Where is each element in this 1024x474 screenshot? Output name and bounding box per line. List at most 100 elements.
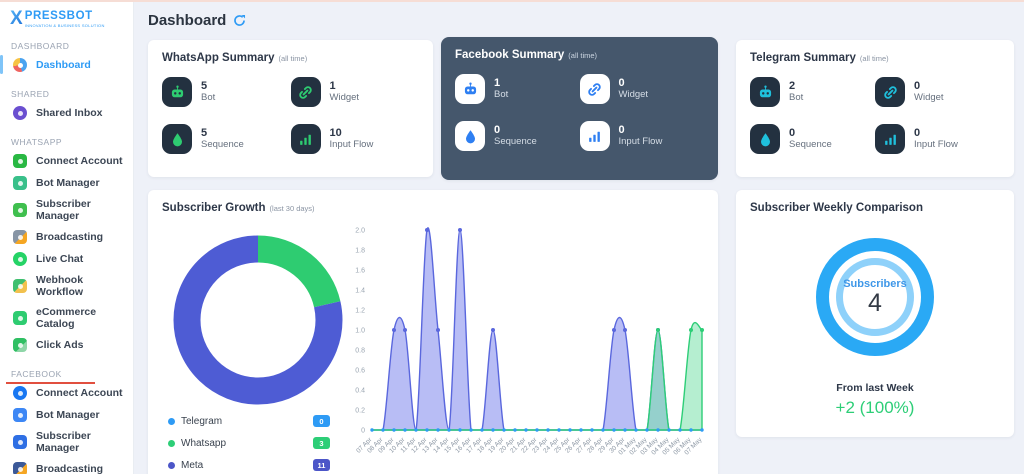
sidebar-item-wa-live-chat[interactable]: Live Chat [0,248,133,270]
stat-sequence: 5Sequence [162,124,291,154]
svg-text:2.0: 2.0 [355,228,365,235]
stat-bot: 5Bot [162,77,291,107]
stat-widget: 0Widget [875,77,1000,107]
count-badge: 3 [313,437,330,449]
link-icon [291,77,321,107]
sidebar-item-wa-click-ads[interactable]: Click Ads [0,334,133,356]
card-title: Subscriber Growth [162,202,266,214]
svg-text:0.4: 0.4 [355,388,365,395]
meta-dot-icon [168,462,175,469]
card-subtitle: (last 30 days) [270,204,315,213]
sidebar-item-label: Live Chat [36,253,83,265]
sidebar-item-fb-subscriber-manager[interactable]: Subscriber Manager [0,426,133,458]
card-title: Facebook Summary [455,49,564,61]
legend-item-telegram: Telegram 0 [168,410,330,432]
legend-label: Telegram [181,416,222,427]
page-header: Dashboard [148,12,246,29]
ads-megaphone-icon [13,338,27,352]
sidebar-item-label: Dashboard [36,59,91,71]
sidebar-section-whatsapp: WHATSAPP [0,137,133,147]
webhook-icon [13,279,27,293]
stat-label: Input Flow [330,139,374,151]
legend-label: Meta [181,460,203,471]
sidebar-item-label: Subscriber Manager [36,198,127,222]
sidebar-item-wa-connect-account[interactable]: Connect Account [0,150,133,172]
stat-label: Sequence [494,136,537,148]
subscriber-growth-donut-chart [172,234,344,406]
sidebar-item-wa-subscriber-manager[interactable]: Subscriber Manager [0,194,133,226]
stat-value: 0 [619,77,649,89]
subscriber-weekly-comparison-card: Subscriber Weekly Comparison Subscribers… [736,190,1014,437]
chart-bars-icon [875,124,905,154]
sidebar-item-wa-ecommerce-catalog[interactable]: eCommerce Catalog [0,302,133,334]
whatsapp-summary-card[interactable]: WhatsApp Summary (all time) 5Bot 1Widget… [148,40,433,177]
svg-text:0.8: 0.8 [355,348,365,355]
telegram-summary-card[interactable]: Telegram Summary (all time) 2Bot 0Widget… [736,40,1014,177]
svg-text:1.4: 1.4 [355,288,365,295]
stat-value: 1 [330,80,360,92]
legend-item-meta: Meta 11 [168,454,330,474]
annotation-red-underline [6,382,95,384]
stat-input-flow: 0Input Flow [580,121,705,151]
chart-legend: Telegram 0 Whatsapp 3 Meta 11 [168,410,330,474]
sidebar-item-dashboard[interactable]: Dashboard [0,54,133,76]
stat-label: Widget [330,92,360,104]
megaphone-icon [13,462,27,474]
card-title: Subscriber Weekly Comparison [750,202,923,214]
stat-label: Bot [494,89,508,101]
facebook-summary-card[interactable]: Facebook Summary (all time) 1Bot 0Widget… [441,37,718,180]
sidebar-item-fb-connect-account[interactable]: Connect Account [0,382,133,404]
sidebar-section-shared: SHARED [0,89,133,99]
refresh-icon[interactable] [233,14,246,27]
facebook-icon [13,386,27,400]
sidebar-item-shared-inbox[interactable]: Shared Inbox [0,102,133,124]
weekly-gauge-ring: Subscribers 4 [816,238,934,356]
address-book-icon [13,435,27,449]
card-subtitle: (all time) [860,54,889,63]
card-title: WhatsApp Summary [162,52,274,64]
sidebar-item-wa-broadcasting[interactable]: Broadcasting [0,226,133,248]
sidebar-item-fb-broadcasting[interactable]: Broadcasting [0,458,133,474]
svg-text:1.6: 1.6 [355,268,365,275]
card-title: Telegram Summary [750,52,856,64]
drop-icon [455,121,485,151]
bot-icon [162,77,192,107]
svg-text:1.8: 1.8 [355,248,365,255]
sidebar-item-fb-bot-manager[interactable]: Bot Manager [0,404,133,426]
active-indicator [0,55,3,74]
weekly-delta-value: +2 (100%) [736,398,1014,418]
sidebar-item-label: Broadcasting [36,463,103,474]
pressbot-dashboard-page: X PRESSBOT INNOVATION & BUSINESS SOLUTIO… [0,0,1024,474]
robot-icon [13,176,27,190]
sidebar-item-label: Bot Manager [36,177,100,189]
weekly-footer: From last Week +2 (100%) [736,382,1014,418]
link-icon [580,74,610,104]
svg-text:1.0: 1.0 [355,328,365,335]
address-book-icon [13,203,27,217]
stat-bot: 2Bot [750,77,875,107]
stat-label: Widget [914,92,944,104]
stat-value: 0 [914,127,958,139]
sidebar-item-wa-bot-manager[interactable]: Bot Manager [0,172,133,194]
brand-x-icon: X [10,10,23,27]
weekly-gauge-inner-ring: Subscribers 4 [836,258,914,336]
stat-label: Bot [789,92,803,104]
chart-bars-icon [291,124,321,154]
stat-label: Sequence [789,139,832,151]
card-subtitle: (all time) [278,54,307,63]
sidebar-item-wa-webhook-workflow[interactable]: Webhook Workflow [0,270,133,302]
brand-tagline: INNOVATION & BUSINESS SOLUTION [25,23,105,28]
stat-label: Input Flow [914,139,958,151]
stat-widget: 0Widget [580,74,705,104]
brand-logo[interactable]: X PRESSBOT INNOVATION & BUSINESS SOLUTIO… [0,0,133,28]
bot-icon [750,77,780,107]
svg-text:1.2: 1.2 [355,308,365,315]
stat-bot: 1Bot [455,74,580,104]
sidebar-item-label: Connect Account [36,387,123,399]
sidebar-item-label: Connect Account [36,155,123,167]
subscribers-count: 4 [868,290,882,316]
stat-value: 1 [494,77,508,89]
stat-widget: 1Widget [291,77,420,107]
from-last-week-label: From last Week [736,382,1014,394]
sidebar-section-dashboard: DASHBOARD [0,41,133,51]
